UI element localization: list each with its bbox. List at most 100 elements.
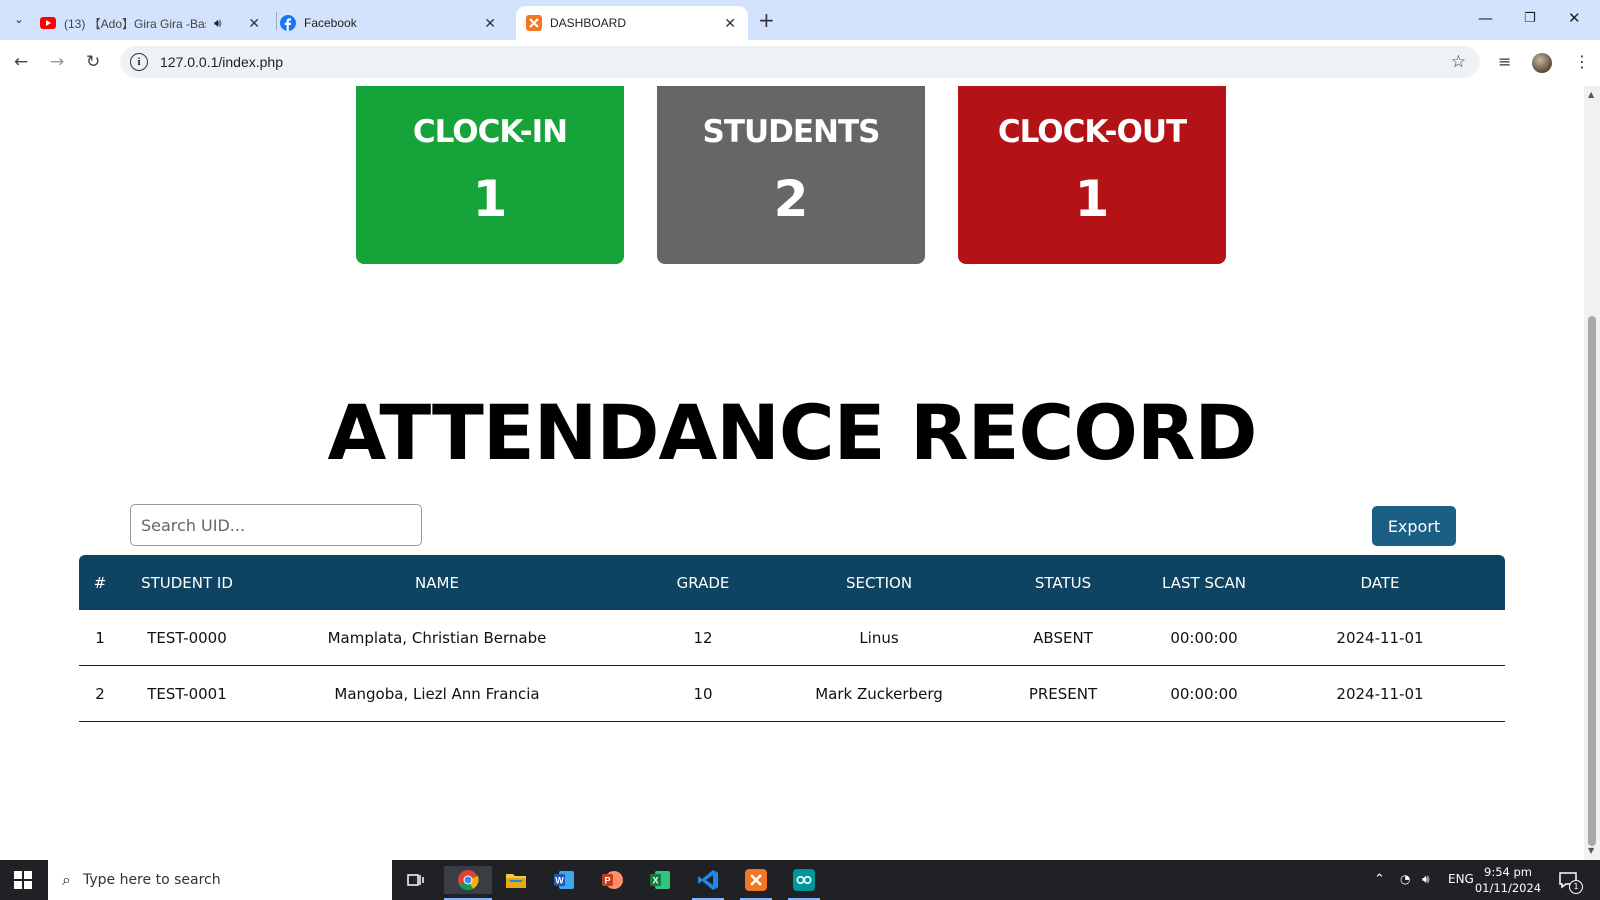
- svg-text:W: W: [555, 876, 564, 886]
- browser-toolbar: ← → ↻ i 127.0.0.1/index.php ☆ ≡ ⋮: [0, 40, 1600, 87]
- table-cell: 2024-11-01: [1255, 665, 1505, 722]
- clock-out-card: CLOCK-OUT 1: [958, 86, 1226, 264]
- youtube-icon: [40, 15, 56, 31]
- url-text: 127.0.0.1/index.php: [160, 54, 283, 70]
- site-info-icon[interactable]: i: [130, 53, 148, 71]
- restore-icon[interactable]: ❐: [1524, 11, 1536, 26]
- tab-dashboard[interactable]: DASHBOARD ✕: [516, 6, 748, 40]
- table-cell: TEST-0001: [121, 665, 253, 722]
- tab-title: (13) 【Ado】Gira Gira -Bass C: [64, 16, 206, 31]
- search-uid-input[interactable]: [130, 504, 422, 546]
- windows-start-icon[interactable]: [14, 871, 32, 889]
- table-row[interactable]: 2 TEST-0001 Mangoba, Liezl Ann Francia 1…: [79, 665, 1505, 722]
- reload-icon[interactable]: ↻: [86, 52, 100, 72]
- scroll-up-icon[interactable]: ▲: [1588, 90, 1594, 99]
- table-cell: Mark Zuckerberg: [785, 665, 973, 722]
- svg-text:X: X: [652, 876, 658, 886]
- taskbar-search-box[interactable]: ⌕ Type here to search: [48, 860, 392, 900]
- forward-icon[interactable]: →: [50, 52, 64, 72]
- minimize-icon[interactable]: —: [1478, 9, 1493, 27]
- network-icon[interactable]: ◔: [1400, 872, 1410, 886]
- notification-center-icon[interactable]: 1: [1558, 870, 1583, 894]
- table-cell: Mamplata, Christian Bernabe: [253, 610, 621, 666]
- table-cell: TEST-0000: [121, 610, 253, 666]
- vertical-scrollbar[interactable]: ▲ ▼: [1584, 86, 1600, 860]
- facebook-icon: [280, 15, 296, 31]
- svg-text:P: P: [604, 876, 610, 886]
- menu-icon[interactable]: ⋮: [1574, 52, 1590, 71]
- close-tab-icon[interactable]: ✕: [484, 15, 496, 32]
- vscode-icon[interactable]: [692, 866, 724, 900]
- table-cell: Linus: [785, 610, 973, 666]
- bookmark-star-icon[interactable]: ☆: [1451, 52, 1466, 72]
- table-cell: 1: [79, 610, 121, 666]
- speaker-icon[interactable]: 🔊︎: [214, 16, 222, 31]
- address-bar[interactable]: i 127.0.0.1/index.php ☆: [120, 46, 1480, 78]
- table-cell: 12: [621, 610, 785, 666]
- clock-time: 9:54 pm: [1484, 865, 1532, 879]
- volume-icon[interactable]: 🔊︎: [1422, 872, 1430, 887]
- column-header[interactable]: SECTION: [785, 555, 973, 610]
- column-header[interactable]: #: [79, 555, 121, 610]
- word-icon[interactable]: W: [548, 866, 580, 894]
- task-view-icon[interactable]: [400, 866, 432, 894]
- column-header[interactable]: STATUS: [973, 555, 1153, 610]
- search-icon: ⌕: [62, 870, 71, 889]
- page-viewport: CLOCK-IN 1 STUDENTS 2 CLOCK-OUT 1 ATTEND…: [0, 86, 1584, 860]
- browser-tab-bar: ⌄ (13) 【Ado】Gira Gira -Bass C 🔊︎ ✕ Faceb…: [0, 0, 1600, 40]
- column-header[interactable]: GRADE: [621, 555, 785, 610]
- card-value: 2: [773, 170, 809, 228]
- table-cell: 2024-11-01: [1255, 610, 1505, 666]
- file-explorer-icon[interactable]: [500, 866, 532, 894]
- profile-avatar[interactable]: [1532, 53, 1552, 73]
- tab-youtube[interactable]: (13) 【Ado】Gira Gira -Bass C 🔊︎ ✕: [40, 6, 272, 40]
- xampp-icon: [526, 15, 542, 31]
- close-tab-icon[interactable]: ✕: [248, 15, 260, 32]
- table-cell: PRESENT: [973, 665, 1153, 722]
- tab-facebook[interactable]: Facebook ✕: [280, 6, 508, 40]
- tab-title: Facebook: [304, 16, 357, 30]
- table-cell: Mangoba, Liezl Ann Francia: [253, 665, 621, 722]
- column-header[interactable]: STUDENT ID: [121, 555, 253, 610]
- xampp-icon[interactable]: [740, 866, 772, 900]
- table-cell: 00:00:00: [1153, 665, 1255, 722]
- export-button[interactable]: Export: [1372, 506, 1456, 546]
- clock-date: 01/11/2024: [1474, 881, 1542, 895]
- card-label: STUDENTS: [702, 114, 881, 150]
- media-controls-icon[interactable]: ≡: [1498, 52, 1511, 71]
- attendance-table: # STUDENT ID NAME GRADE SECTION STATUS L…: [79, 555, 1505, 722]
- excel-icon[interactable]: X: [644, 866, 676, 894]
- table-header-row: # STUDENT ID NAME GRADE SECTION STATUS L…: [79, 555, 1505, 610]
- show-hidden-icons-icon[interactable]: ⌃: [1374, 872, 1385, 887]
- table-row[interactable]: 1 TEST-0000 Mamplata, Christian Bernabe …: [79, 610, 1505, 666]
- table-cell: ABSENT: [973, 610, 1153, 666]
- close-window-icon[interactable]: ✕: [1568, 9, 1581, 27]
- taskbar-search-placeholder: Type here to search: [82, 872, 221, 888]
- scrollbar-thumb[interactable]: [1588, 316, 1596, 846]
- card-value: 1: [1074, 170, 1110, 228]
- card-value: 1: [472, 170, 508, 228]
- column-header[interactable]: DATE: [1255, 555, 1505, 610]
- table-cell: 2: [79, 665, 121, 722]
- windows-taskbar: ⌕ Type here to search W P X ⌃ ◔ 🔊︎ ENG 9…: [0, 860, 1600, 900]
- card-label: CLOCK-OUT: [997, 114, 1187, 150]
- tab-search-button[interactable]: ⌄: [8, 8, 30, 30]
- close-tab-icon[interactable]: ✕: [724, 15, 736, 32]
- clock-in-card: CLOCK-IN 1: [356, 86, 624, 264]
- back-icon[interactable]: ←: [14, 52, 28, 72]
- notification-count: 1: [1569, 880, 1583, 894]
- column-header[interactable]: NAME: [253, 555, 621, 610]
- chrome-icon[interactable]: [444, 866, 492, 900]
- system-clock[interactable]: 9:54 pm 01/11/2024: [1470, 864, 1546, 896]
- arduino-icon[interactable]: [788, 866, 820, 900]
- table-cell: 00:00:00: [1153, 610, 1255, 666]
- card-label: CLOCK-IN: [412, 114, 568, 150]
- new-tab-button[interactable]: +: [758, 8, 775, 32]
- tab-separator: [276, 12, 277, 30]
- tab-title: DASHBOARD: [550, 16, 627, 30]
- scroll-down-icon[interactable]: ▼: [1588, 846, 1594, 855]
- page-title: ATTENDANCE RECORD: [327, 388, 1258, 477]
- table-cell: 10: [621, 665, 785, 722]
- powerpoint-icon[interactable]: P: [596, 866, 628, 894]
- column-header[interactable]: LAST SCAN: [1153, 555, 1255, 610]
